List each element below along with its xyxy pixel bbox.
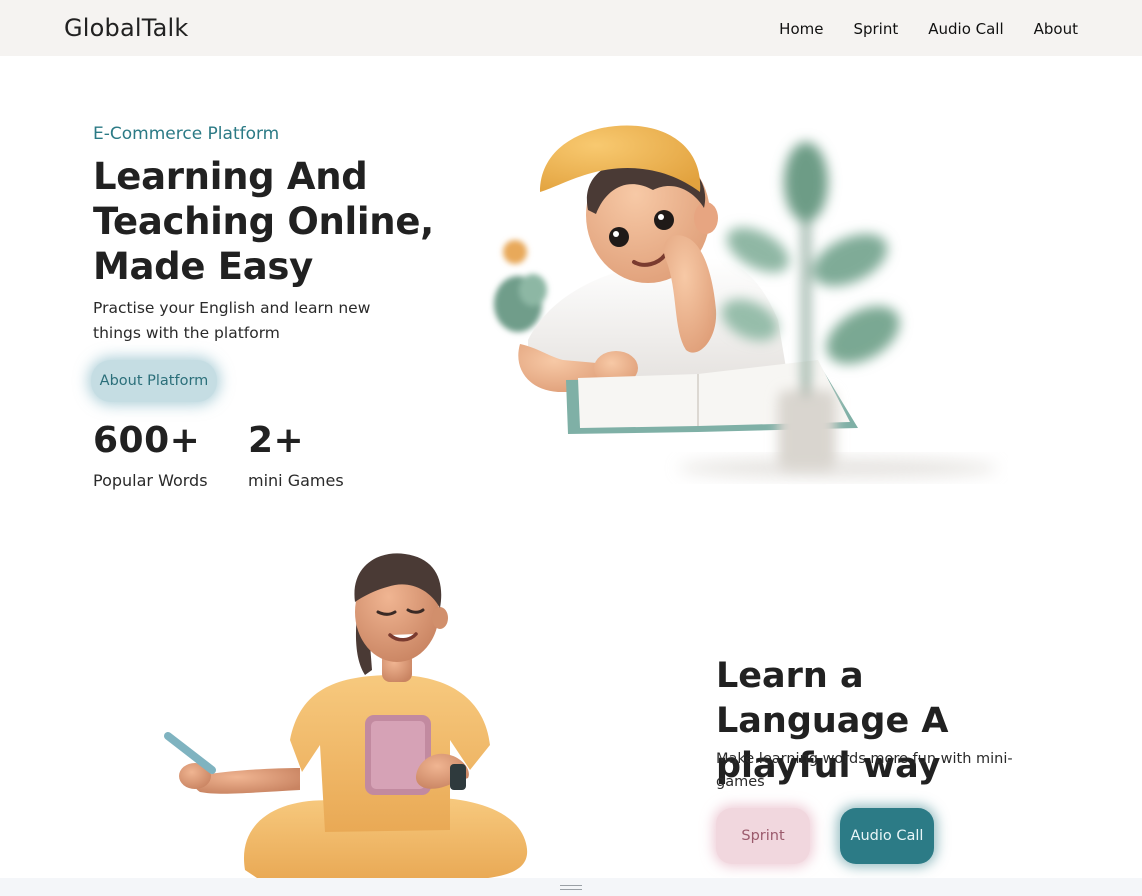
stat-games-value: 2+ [248, 420, 305, 461]
hero-illustration-boy-reading [494, 125, 998, 478]
brand-logo[interactable]: GlobalTalk [64, 14, 189, 42]
navbar: GlobalTalk Home Sprint Audio Call About [0, 0, 1142, 56]
nav-about[interactable]: About [1034, 20, 1078, 38]
sprint-button[interactable]: Sprint [716, 808, 810, 864]
nav-sprint[interactable]: Sprint [853, 20, 898, 38]
stat-words: 600+ Popular Words [93, 420, 208, 490]
audio-call-button[interactable]: Audio Call [840, 808, 934, 864]
resize-handle-icon[interactable] [560, 885, 582, 890]
hero-title: Learning And Teaching Online, Made Easy [93, 155, 434, 288]
hero-eyebrow: E-Commerce Platform [93, 124, 280, 144]
illustration-girl-tablet [164, 553, 528, 880]
about-platform-button[interactable]: About Platform [91, 360, 217, 402]
stat-games-label: mini Games [248, 471, 344, 490]
stat-words-value: 600+ [93, 420, 201, 461]
learn-subtitle: Make learning words more fun with mini-g… [716, 751, 1013, 790]
hero-subtitle: Practise your English and learn new thin… [93, 299, 371, 342]
nav-home[interactable]: Home [779, 20, 823, 38]
main-nav: Home Sprint Audio Call About [779, 20, 1078, 38]
nav-audio-call[interactable]: Audio Call [928, 20, 1003, 38]
stat-games: 2+ mini Games [248, 420, 344, 490]
bottom-resize-bar [0, 878, 1142, 896]
stat-words-label: Popular Words [93, 471, 208, 490]
